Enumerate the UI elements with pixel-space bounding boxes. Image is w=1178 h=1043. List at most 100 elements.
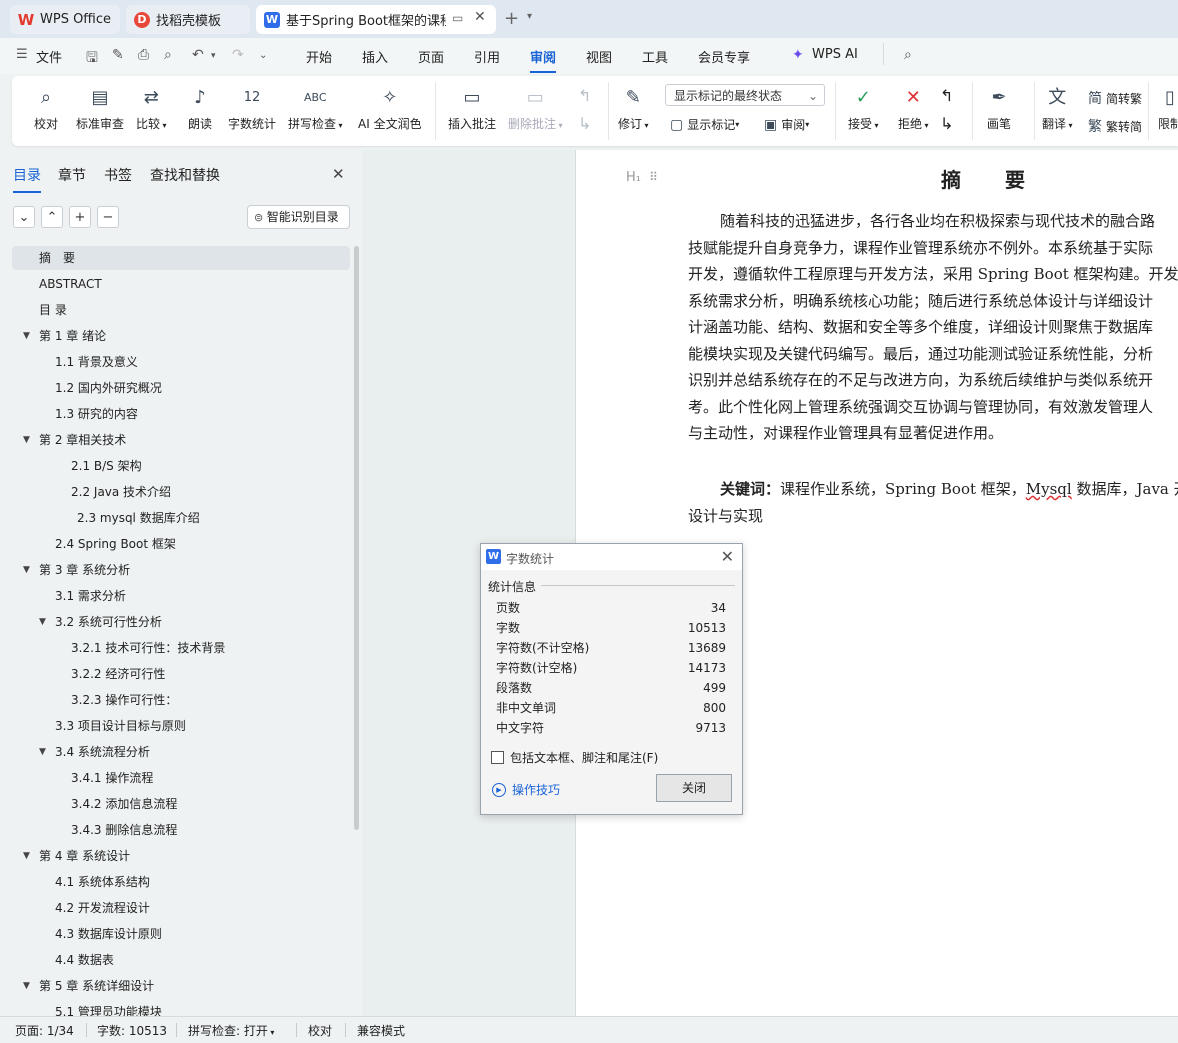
toc-item[interactable]: 1.1 背景及意义 [12,350,350,374]
toc-item[interactable]: ▼ 3.4 系统流程分析 [12,740,350,764]
close-tab-icon[interactable]: ✕ [474,9,486,25]
show-markup-button[interactable]: ▢ 显示标记 ▾ [670,116,739,133]
print-icon[interactable]: ⎙ [138,47,149,63]
reject-button[interactable]: ✕ 拒绝 ▾ [898,86,929,132]
more-chevron-icon[interactable]: ⌄ [259,50,267,61]
toc-item[interactable]: 3.2.3 操作可行性： [12,688,350,712]
insert-comment-button[interactable]: ▭ 插入批注 [448,86,496,132]
word-count-button[interactable]: 12 字数统计 [228,86,276,132]
toc-item[interactable]: 4.3 数据库设计原则 [12,922,350,946]
to-simplified-button[interactable]: 繁 繁转简 [1088,116,1142,136]
nav-tab-bookmarks[interactable]: 书签 [104,165,132,185]
drag-handle-icon[interactable]: ⠿ [649,170,658,184]
markup-status-select[interactable]: 显示标记的最终状态 ⌄ [665,84,825,106]
to-traditional-button[interactable]: 简 简转繁 [1088,88,1142,108]
tab-document[interactable]: W 基于Spring Boot框架的课程作业管理系统的设计与实现 ▭ ✕ [256,5,496,34]
expand-arrow-icon[interactable]: ▼ [23,974,30,998]
smart-toc-button[interactable]: ⊜ 智能识别目录 [247,205,350,229]
toc-item[interactable]: ▼ 3.2 系统可行性分析 [12,610,350,634]
menu-references[interactable]: 引用 [474,47,500,66]
toc-item[interactable]: 1.2 国内外研究概况 [12,376,350,400]
previous-change-icon[interactable]: ↰ [940,86,953,105]
spell-check-button[interactable]: ABC 拼写检查 ▾ [288,86,343,132]
toc-item[interactable]: ▼ 第 5 章 系统详细设计 [12,974,350,998]
redo-icon[interactable]: ↷ [232,47,244,63]
standard-review-button[interactable]: ▤ 标准审查 [76,86,124,132]
status-word-count[interactable]: 字数: 10513 [97,1022,167,1039]
toc-item[interactable]: 2.4 Spring Boot 框架 [12,532,350,556]
menu-page[interactable]: 页面 [418,47,444,66]
include-textbox-checkbox[interactable]: 包括文本框、脚注和尾注(F) [491,749,658,766]
tab-templates[interactable]: D 找稻壳模板 [126,5,250,34]
brush-icon[interactable]: ✎ [112,47,124,63]
expand-arrow-icon[interactable]: ▼ [39,610,46,634]
expand-arrow-icon[interactable]: ▼ [39,740,46,764]
translate-button[interactable]: 文 翻译 ▾ [1042,86,1073,132]
hamburger-icon[interactable]: ☰ [16,47,28,62]
toc-item[interactable]: ▼ 第 4 章 系统设计 [12,844,350,868]
toc-item[interactable]: ABSTRACT [12,272,350,296]
screen-icon[interactable]: ▭ [452,11,463,25]
new-tab-icon[interactable]: + [504,8,519,29]
ink-button[interactable]: ✒ 画笔 [987,86,1011,132]
collapse-down-icon[interactable]: ⌄ [13,206,35,228]
menu-home[interactable]: 开始 [306,47,332,66]
toc-item[interactable]: 3.1 需求分析 [12,584,350,608]
toc-item[interactable]: 4.1 系统体系结构 [12,870,350,894]
menu-wps-ai[interactable]: WPS AI [812,47,858,62]
reviewing-pane-button[interactable]: ▣ 审阅 ▾ [764,116,809,133]
toc-item[interactable]: 2.3 mysql 数据库介绍 [12,506,350,530]
nav-scrollbar[interactable] [354,246,359,830]
toc-item[interactable]: 2.2 Java 技术介绍 [12,480,350,504]
expand-arrow-icon[interactable]: ▼ [23,428,30,452]
remove-heading-icon[interactable]: − [97,206,119,228]
menu-file[interactable]: 文件 [36,47,62,66]
search-icon[interactable]: ⌕ [904,47,912,63]
toc-item[interactable]: ▼ 第 1 章 绪论 [12,324,350,348]
compare-button[interactable]: ⇄ 比较 ▾ [136,86,167,132]
menu-review[interactable]: 审阅 [530,47,557,73]
collapse-up-icon[interactable]: ⌃ [41,206,63,228]
toc-item[interactable]: 3.4.3 删除信息流程 [12,818,350,842]
toc-item[interactable]: 目 录 [12,298,350,322]
delete-comment-button[interactable]: ▭ 删除批注 ▾ [508,86,563,132]
toc-item[interactable]: 1.3 研究的内容 [12,402,350,426]
toc-item[interactable]: 5.1 管理员功能模块 [12,1000,350,1016]
dialog-titlebar[interactable]: W 字数统计 ✕ [481,544,742,570]
nav-tab-toc[interactable]: 目录 [13,165,41,193]
save-icon[interactable]: 🖫 [86,47,98,71]
ai-polish-button[interactable]: ✧ AI 全文润色 [358,86,422,132]
close-pane-icon[interactable]: ✕ [332,165,345,183]
undo-icon[interactable]: ↶ [192,47,204,63]
status-proof[interactable]: 校对 [308,1022,332,1039]
accept-button[interactable]: ✓ 接受 ▾ [848,86,879,132]
nav-tab-find-replace[interactable]: 查找和替换 [150,165,220,185]
print-preview-icon[interactable]: ⌕ [164,47,172,63]
menu-view[interactable]: 视图 [586,47,612,66]
dialog-close-icon[interactable]: ✕ [721,547,734,566]
toc-item[interactable]: 4.4 数据表 [12,948,350,972]
expand-arrow-icon[interactable]: ▼ [23,324,30,348]
nav-tab-sections[interactable]: 章节 [58,165,86,185]
next-comment-icon[interactable]: ↳ [578,114,591,133]
status-spell-check[interactable]: 拼写检查: 打开 ▾ [188,1022,274,1039]
add-heading-icon[interactable]: + [69,206,91,228]
toc-item[interactable]: 3.2.2 经济可行性 [12,662,350,686]
track-changes-button[interactable]: ✎ 修订 ▾ [618,86,649,132]
toc-item[interactable]: 3.4.2 添加信息流程 [12,792,350,816]
menu-insert[interactable]: 插入 [362,47,388,66]
checkbox-box[interactable] [491,751,504,764]
toc-item[interactable]: 3.4.1 操作流程 [12,766,350,790]
restrict-editing-button[interactable]: ▯ 限制 [1158,86,1178,132]
toc-item[interactable]: 摘 要 [12,246,350,270]
expand-arrow-icon[interactable]: ▼ [23,844,30,868]
toc-item[interactable]: 2.1 B/S 架构 [12,454,350,478]
tab-list-chevron-icon[interactable]: ▾ [527,11,532,22]
expand-arrow-icon[interactable]: ▼ [23,558,30,582]
dialog-close-button[interactable]: 关闭 [656,774,732,802]
tab-wps-office[interactable]: W WPS Office [10,5,120,34]
menu-membership[interactable]: 会员专享 [698,47,750,66]
toc-item[interactable]: 3.2.1 技术可行性：技术背景 [12,636,350,660]
proofread-button[interactable]: ⌕ 校对 [34,86,58,132]
menu-tools[interactable]: 工具 [642,47,668,66]
